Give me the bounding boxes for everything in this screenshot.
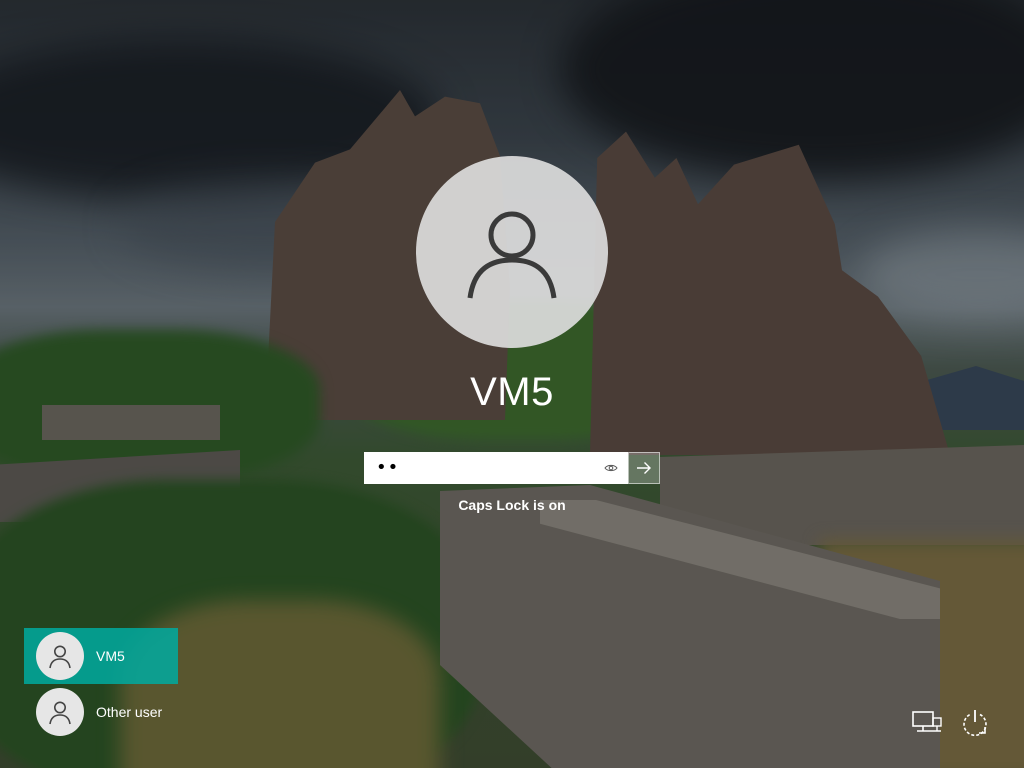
person-icon	[49, 645, 71, 669]
password-row: ••	[364, 452, 660, 484]
password-field[interactable]: ••	[364, 452, 628, 484]
power-icon	[963, 710, 987, 737]
user-switcher: VM5 Other user	[24, 628, 178, 740]
caps-lock-warning: Caps Lock is on	[458, 497, 566, 513]
avatar	[36, 632, 84, 680]
user-item-label: VM5	[96, 648, 125, 664]
network-button[interactable]	[910, 706, 944, 740]
login-username: VM5	[470, 370, 554, 414]
arrow-right-icon	[637, 462, 651, 474]
network-icon	[912, 711, 942, 732]
power-button[interactable]	[958, 706, 992, 740]
person-icon	[49, 701, 71, 725]
avatar	[36, 688, 84, 736]
eye-icon[interactable]	[604, 463, 618, 473]
user-item-vm5[interactable]: VM5	[24, 628, 178, 684]
user-avatar	[416, 156, 608, 348]
user-item-label: Other user	[96, 704, 163, 720]
submit-button[interactable]	[628, 452, 660, 484]
user-item-other-user[interactable]: Other user	[24, 684, 178, 740]
person-icon	[467, 211, 557, 299]
password-value: ••	[376, 457, 400, 478]
